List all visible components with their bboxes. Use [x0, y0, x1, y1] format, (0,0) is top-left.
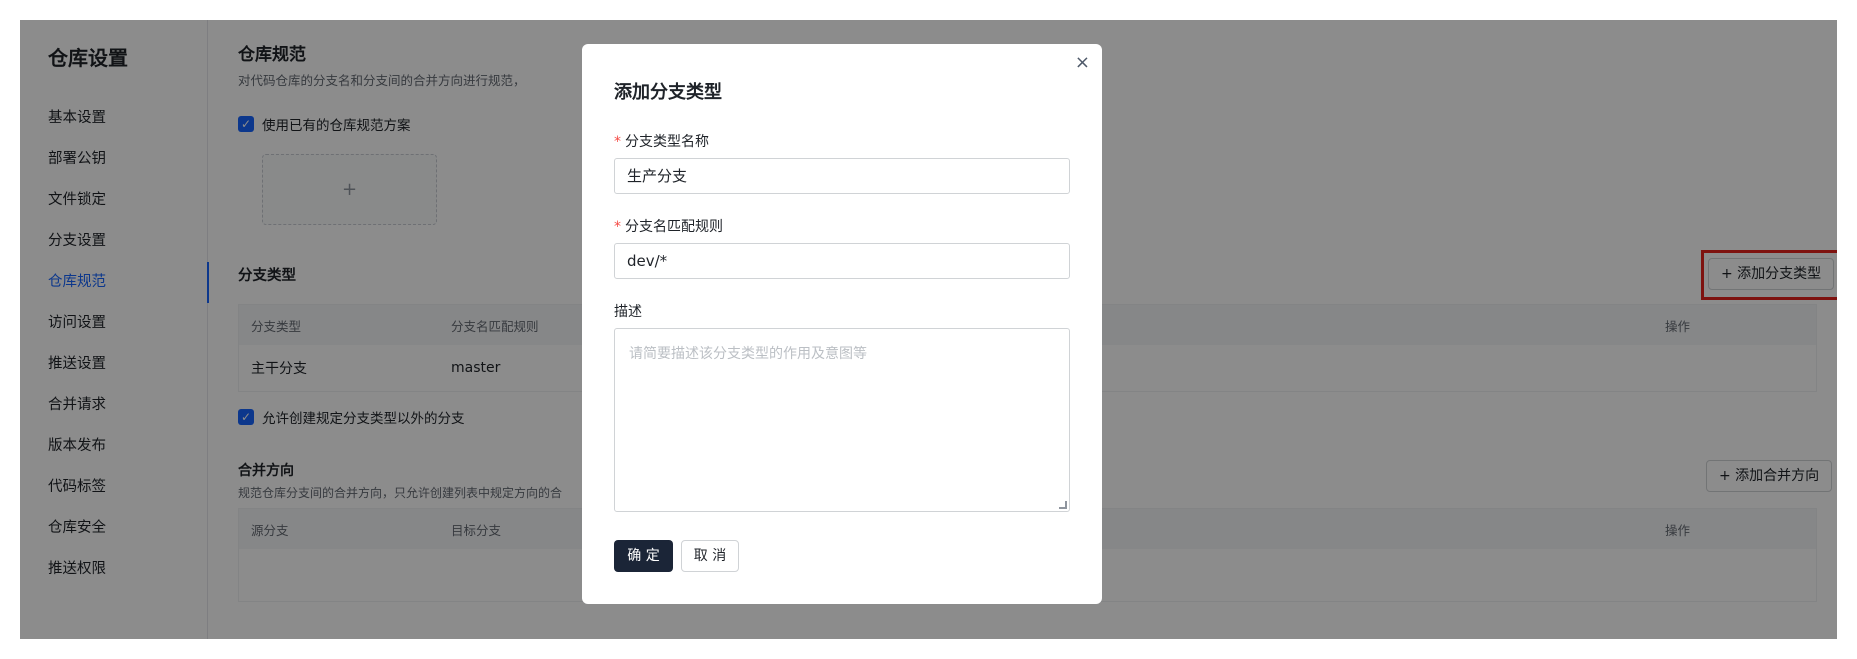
- description-placeholder: 请简要描述该分支类型的作用及意图等: [629, 346, 867, 362]
- branch-type-name-label-text: 分支类型名称: [625, 134, 709, 150]
- description-label: 描述: [614, 304, 642, 320]
- branch-type-name-input[interactable]: 生产分支: [614, 158, 1070, 194]
- cancel-button[interactable]: 取 消: [681, 540, 739, 572]
- required-icon: *: [614, 219, 621, 235]
- dialog-title: 添加分支类型: [614, 82, 722, 103]
- description-textarea[interactable]: 请简要描述该分支类型的作用及意图等: [614, 328, 1070, 512]
- resize-handle-icon[interactable]: [1059, 501, 1067, 509]
- match-rule-label: * 分支名匹配规则: [614, 216, 723, 236]
- match-rule-label-text: 分支名匹配规则: [625, 219, 723, 235]
- confirm-button[interactable]: 确 定: [614, 540, 673, 572]
- match-rule-input[interactable]: dev/*: [614, 243, 1070, 279]
- close-icon[interactable]: ×: [1075, 52, 1090, 73]
- add-branch-type-dialog: × 添加分支类型 * 分支类型名称 生产分支 * 分支名匹配规则 dev/* 描述 …: [582, 44, 1102, 604]
- required-icon: *: [614, 134, 621, 150]
- app-frame: 仓库设置 基本设置 部署公钥 文件锁定 分支设置 仓库规范 访问设置 推送设置 …: [20, 20, 1837, 639]
- branch-type-name-label: * 分支类型名称: [614, 131, 709, 151]
